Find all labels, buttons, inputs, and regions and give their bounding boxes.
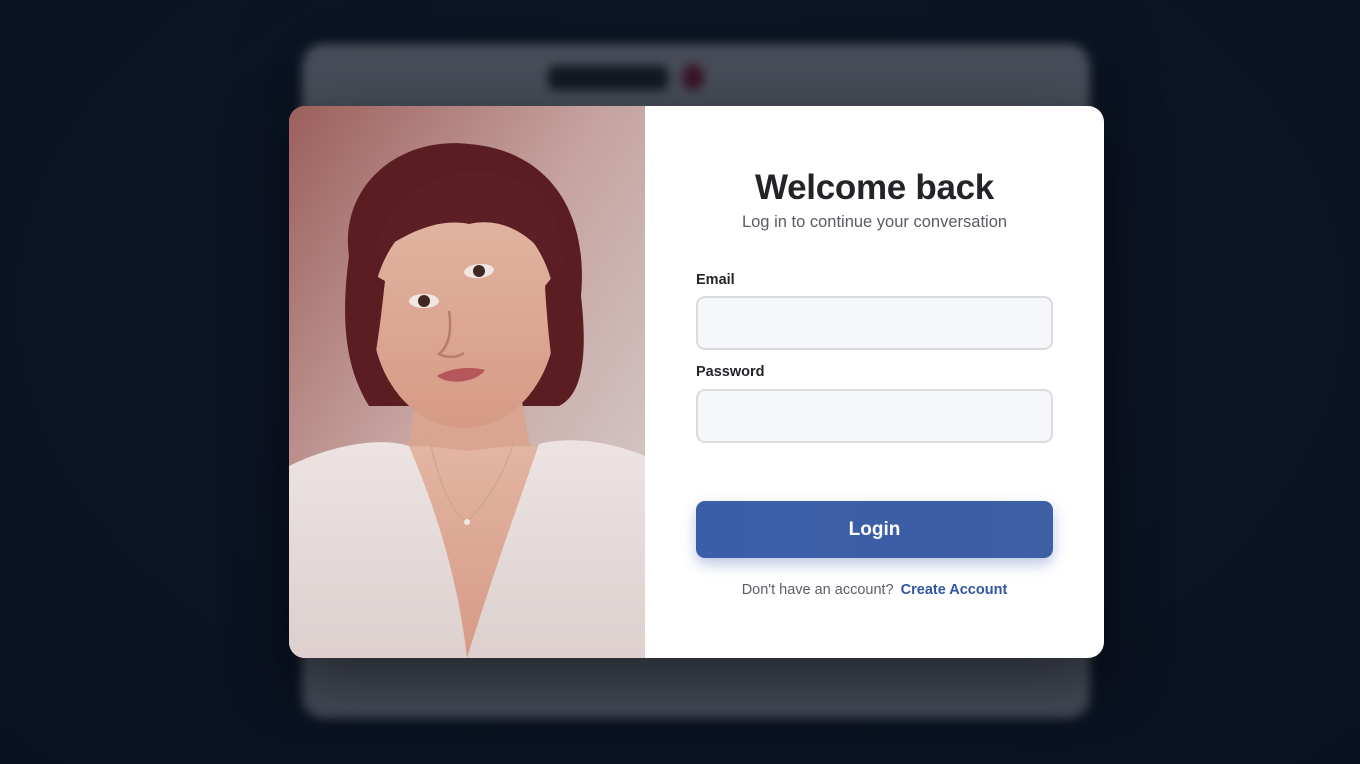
modal-subtitle: Log in to continue your conversation bbox=[741, 213, 1008, 231]
modal-title: Welcome back bbox=[755, 168, 994, 207]
login-modal: Welcome back Log in to continue your con… bbox=[289, 106, 1104, 658]
login-button[interactable]: Login bbox=[696, 501, 1053, 558]
email-field[interactable] bbox=[696, 296, 1053, 350]
create-account-link[interactable]: Create Account bbox=[901, 582, 1008, 598]
profile-photo bbox=[289, 106, 645, 658]
email-label: Email bbox=[696, 272, 735, 288]
signup-prompt: Don't have an account? bbox=[741, 582, 894, 598]
password-field[interactable] bbox=[696, 389, 1053, 443]
portrait-illustration bbox=[289, 106, 645, 658]
login-form: Welcome back Log in to continue your con… bbox=[645, 106, 1104, 658]
password-label: Password bbox=[696, 364, 765, 380]
signup-row: Don't have an account? Create Account bbox=[645, 582, 1104, 598]
